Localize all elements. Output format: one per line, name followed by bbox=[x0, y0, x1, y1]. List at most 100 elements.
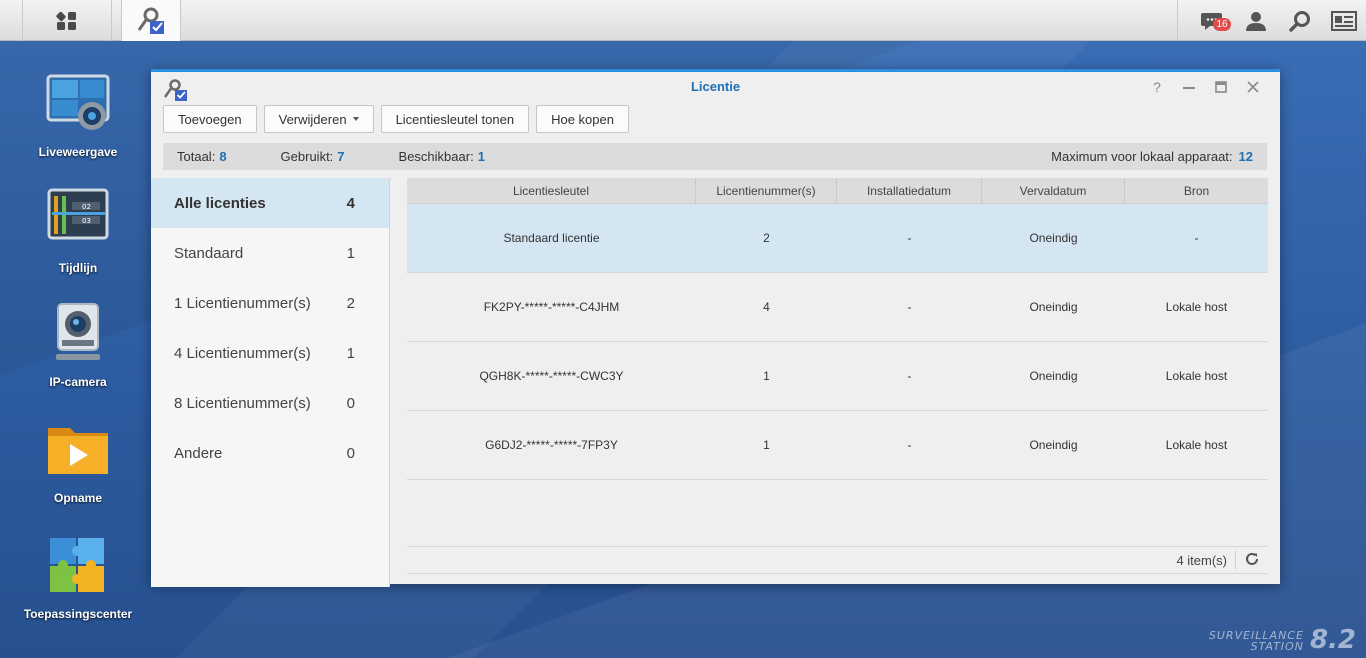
desktop-icon-label: Liveweergave bbox=[38, 145, 118, 159]
desktop-icon-live-view[interactable]: Liveweergave bbox=[12, 72, 144, 159]
refresh-button[interactable] bbox=[1244, 551, 1260, 570]
license-window: Licentie ? Toevoegen Verwijderen Licenti… bbox=[151, 69, 1280, 587]
widget-button[interactable] bbox=[1322, 0, 1366, 41]
close-button[interactable] bbox=[1242, 78, 1264, 96]
summary-available: Beschikbaar: 1 bbox=[398, 149, 485, 164]
cell-license-number: 4 bbox=[763, 300, 770, 314]
notification-button[interactable]: 16 bbox=[1190, 0, 1234, 41]
desktop-icon-label: Opname bbox=[53, 491, 102, 505]
how-to-buy-button[interactable]: Hoe kopen bbox=[536, 105, 629, 133]
cell-expire-date: Oneindig bbox=[1029, 369, 1078, 383]
table-row[interactable]: Standaard licentie 2 - Oneindig - bbox=[407, 204, 1268, 273]
cell-source: - bbox=[1194, 231, 1199, 245]
category-label: 4 Licentienummer(s) bbox=[174, 344, 311, 362]
minimize-icon bbox=[1183, 87, 1195, 89]
category-label: 8 Licentienummer(s) bbox=[174, 394, 311, 412]
desktop-icon-recording[interactable]: Opname bbox=[12, 418, 144, 505]
category-item-1-license[interactable]: 1 Licentienummer(s) 2 bbox=[151, 278, 389, 328]
main-menu-icon bbox=[56, 11, 76, 30]
column-header-license-number[interactable]: Licentienummer(s) bbox=[696, 178, 837, 203]
main-menu-button[interactable] bbox=[22, 0, 112, 41]
timeline-icon: 02 03 bbox=[47, 188, 109, 240]
cell-license-key: FK2PY-*****-*****-C4JHM bbox=[483, 300, 620, 314]
category-item-4-license[interactable]: 4 Licentienummer(s) 1 bbox=[151, 328, 389, 378]
summary-max-local: Maximum voor lokaal apparaat: 12 bbox=[1051, 149, 1253, 164]
toolbar: Toevoegen Verwijderen Licentiesleutel to… bbox=[163, 105, 629, 133]
category-item-other[interactable]: Andere 0 bbox=[151, 428, 389, 478]
footer-divider bbox=[1235, 551, 1236, 569]
help-icon: ? bbox=[1153, 79, 1161, 95]
category-label: Standaard bbox=[174, 244, 244, 262]
search-icon bbox=[1289, 10, 1310, 32]
add-button[interactable]: Toevoegen bbox=[163, 105, 257, 133]
cell-license-number: 1 bbox=[763, 438, 770, 452]
show-license-key-button[interactable]: Licentiesleutel tonen bbox=[380, 105, 530, 133]
brand-text: SURVEILLANCE STATION bbox=[1208, 629, 1304, 653]
license-summary-bar: Totaal: 8 Gebruikt: 7 Beschikbaar: 1 Maximu… bbox=[163, 143, 1267, 170]
table-row[interactable]: QGH8K-*****-*****-CWC3Y 1 - Oneindig Lok… bbox=[407, 342, 1268, 411]
summary-total: Totaal: 8 bbox=[177, 149, 227, 164]
column-header-expire-date[interactable]: Vervaldatum bbox=[982, 178, 1125, 203]
cell-license-number: 1 bbox=[763, 369, 770, 383]
summary-used: Gebruikt: 7 bbox=[280, 149, 345, 164]
category-label: 1 Licentienummer(s) bbox=[174, 294, 311, 312]
delete-button-label: Verwijderen bbox=[278, 111, 347, 127]
category-label: Andere bbox=[174, 444, 223, 462]
user-icon bbox=[1246, 11, 1266, 31]
refresh-icon bbox=[1246, 552, 1258, 565]
close-icon bbox=[1247, 81, 1259, 93]
category-list: Alle licenties 4 Standaard 1 1 Licentien… bbox=[151, 178, 390, 587]
desktop-icon-ip-camera[interactable]: IP-camera bbox=[12, 302, 144, 389]
cell-source: Lokale host bbox=[1165, 300, 1228, 314]
cell-install-date: - bbox=[907, 438, 912, 452]
cell-license-key: QGH8K-*****-*****-CWC3Y bbox=[479, 369, 624, 383]
recording-icon bbox=[48, 428, 108, 474]
table-row[interactable]: FK2PY-*****-*****-C4JHM 4 - Oneindig Lok… bbox=[407, 273, 1268, 342]
category-count: 2 bbox=[346, 294, 355, 312]
table-footer: 4 item(s) bbox=[407, 546, 1268, 574]
surveillance-station-logo: SURVEILLANCE STATION 8.2 bbox=[1208, 625, 1356, 655]
table-row[interactable]: G6DJ2-*****-*****-7FP3Y 1 - Oneindig Lok… bbox=[407, 411, 1268, 480]
application-center-icon bbox=[50, 538, 104, 592]
column-header-license-key[interactable]: Licentiesleutel bbox=[407, 178, 696, 203]
category-count: 4 bbox=[346, 194, 355, 212]
cell-expire-date: Oneindig bbox=[1029, 231, 1078, 245]
column-header-source[interactable]: Bron bbox=[1125, 178, 1268, 203]
license-app-icon bbox=[137, 7, 164, 34]
user-button[interactable] bbox=[1234, 0, 1278, 41]
cell-license-number: 2 bbox=[763, 231, 770, 245]
delete-button[interactable]: Verwijderen bbox=[263, 105, 374, 133]
category-count: 1 bbox=[346, 244, 355, 262]
category-item-all[interactable]: Alle licenties 4 bbox=[151, 178, 389, 228]
notification-badge: 16 bbox=[1213, 18, 1231, 31]
cell-install-date: - bbox=[907, 369, 912, 383]
cell-install-date: - bbox=[907, 300, 912, 314]
search-button[interactable] bbox=[1278, 0, 1322, 41]
table-header: Licentiesleutel Licentienummer(s) Instal… bbox=[407, 178, 1268, 204]
chevron-down-icon bbox=[352, 117, 359, 121]
category-count: 0 bbox=[346, 394, 355, 412]
category-item-standard[interactable]: Standaard 1 bbox=[151, 228, 389, 278]
ip-camera-icon bbox=[56, 303, 100, 360]
cell-expire-date: Oneindig bbox=[1029, 300, 1078, 314]
window-controls: ? bbox=[1146, 78, 1264, 96]
column-header-install-date[interactable]: Installatiedatum bbox=[837, 178, 982, 203]
item-count: 4 item(s) bbox=[1176, 552, 1227, 568]
desktop-icon-application-center[interactable]: Toepassingscenter bbox=[12, 534, 144, 621]
cell-expire-date: Oneindig bbox=[1029, 438, 1078, 452]
taskbar: 16 bbox=[0, 0, 1366, 41]
category-count: 0 bbox=[346, 444, 355, 462]
category-item-8-license[interactable]: 8 Licentienummer(s) 0 bbox=[151, 378, 389, 428]
category-count: 1 bbox=[346, 344, 355, 362]
cell-source: Lokale host bbox=[1165, 438, 1228, 452]
cell-install-date: - bbox=[907, 231, 912, 245]
desktop-icon-timeline[interactable]: 02 03 Tijdlijn bbox=[12, 188, 144, 275]
svg-text:03: 03 bbox=[82, 217, 91, 225]
minimize-button[interactable] bbox=[1178, 78, 1200, 96]
help-button[interactable]: ? bbox=[1146, 78, 1168, 96]
desktop-icon-label: Tijdlijn bbox=[58, 261, 98, 275]
taskbar-license-app[interactable] bbox=[121, 0, 181, 41]
brand-version: 8.2 bbox=[1309, 625, 1356, 655]
maximize-icon bbox=[1215, 81, 1227, 93]
maximize-button[interactable] bbox=[1210, 78, 1232, 96]
